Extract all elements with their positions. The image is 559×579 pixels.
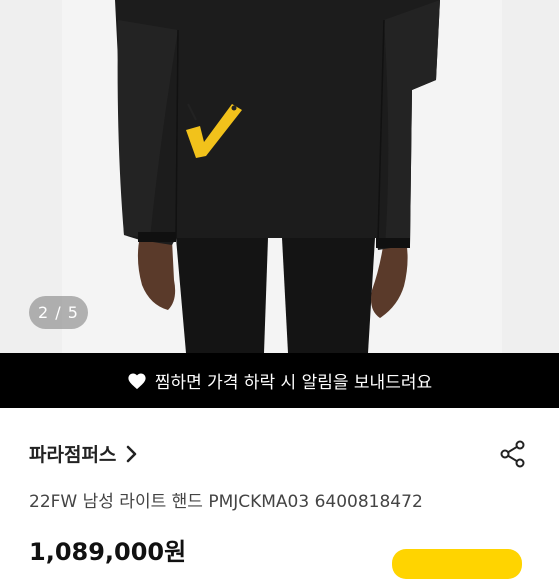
share-icon[interactable] (498, 439, 528, 469)
banner-text: 찜하면 가격 하락 시 알림을 보내드려요 (154, 373, 433, 393)
product-title: 22FW 남성 라이트 핸드 PMJCKMA03 6400818472 (29, 492, 423, 512)
shop-link[interactable]: 파라점퍼스 (29, 440, 138, 467)
chevron-right-icon (127, 445, 137, 462)
shop-name: 파라점퍼스 (29, 444, 117, 466)
product-price: 1,089,000원 (29, 538, 187, 566)
product-image[interactable] (0, 0, 559, 353)
image-counter: 2 / 5 (29, 296, 88, 329)
wishlist-alert-banner[interactable]: 찜하면 가격 하락 시 알림을 보내드려요 (0, 353, 559, 408)
heart-icon (128, 372, 146, 389)
buy-button[interactable] (392, 549, 522, 579)
